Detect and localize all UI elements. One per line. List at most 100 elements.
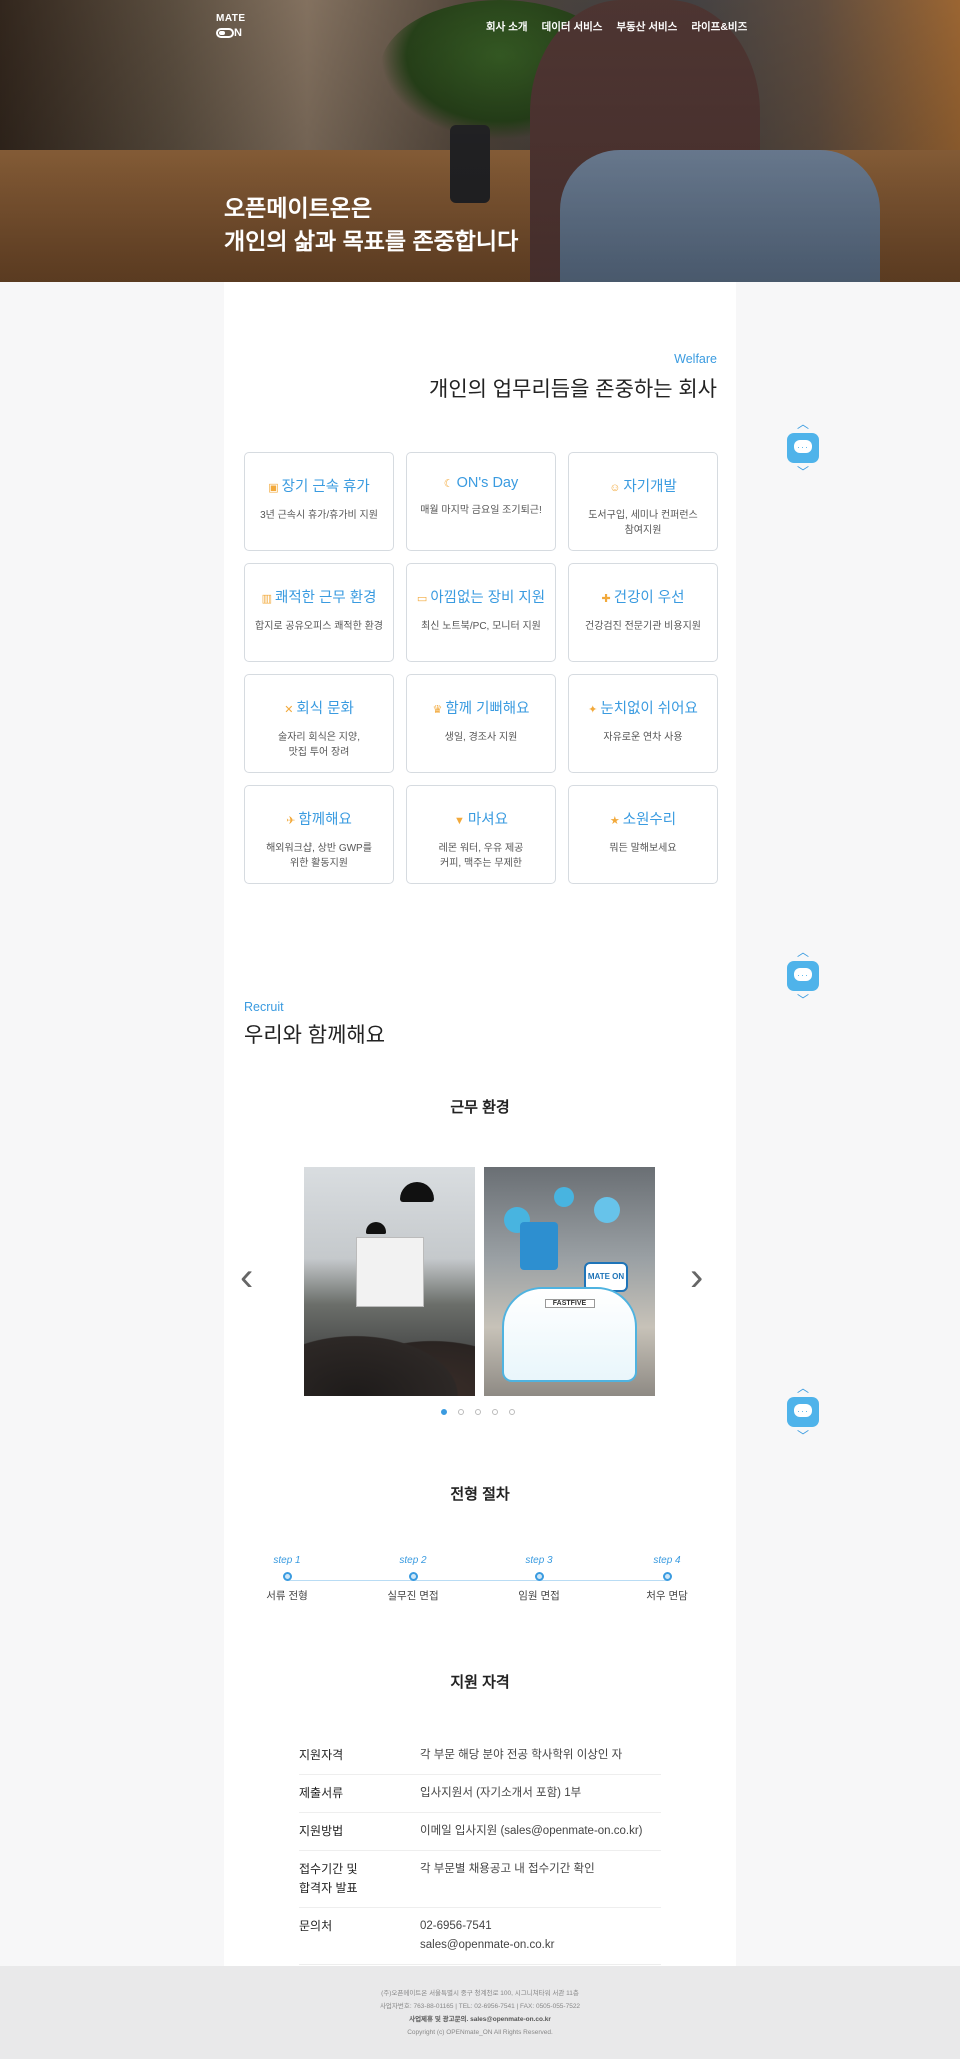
table-row-key: 지원방법 [299,1824,344,1838]
balloon-shape [594,1197,620,1223]
logo[interactable]: MATE N [216,13,256,39]
step-label: step 2 [399,1555,427,1566]
welfare-card-desc: 자유로운 연차 사용 [603,732,683,743]
laptop-icon: ▭ [416,593,428,605]
welfare-card-desc: 건강검진 전문기관 비용지원 [585,621,701,632]
welfare-card-title-text: 회식 문화 [296,701,354,717]
people-shape [304,1326,475,1396]
carousel-dot[interactable] [441,1409,447,1415]
welfare-card-title-text: 건강이 우선 [613,590,685,606]
carousel-dot[interactable] [475,1409,481,1415]
welfare-card-title: ▭ 아낌없는 장비 지원 [407,586,555,607]
welfare-card: ★ 소원수리뭐든 말해보세요 [568,785,718,884]
table-row: 문의처 02-6956-7541 sales@openmate-on.co.kr [299,1908,661,1965]
carousel-dots [441,1409,515,1415]
table-row-key: 제출서류 [299,1786,344,1800]
nav-item-company[interactable]: 회사 소개 [486,19,528,34]
welfare-card-title-text: 자기개발 [623,479,677,495]
chevron-up-icon[interactable]: ︿ [787,418,819,430]
welfare-card-desc: 매월 마지막 금요일 조기퇴근! [420,505,542,516]
qualification-table: 지원자격 각 부문 해당 분야 전공 학사학위 이상인 자제출서류 입사지원서 (자… [299,1737,661,1965]
nav-item-realestate[interactable]: 부동산 서비스 [616,19,677,34]
chat-bubble-icon[interactable]: ··· [787,433,819,463]
welfare-card-title: ▥ 쾌적한 근무 환경 [245,586,393,607]
process-step: step 2 실무진 면접 [373,1555,453,1603]
chevron-down-icon[interactable]: ﹀ [787,994,819,1006]
step-dot [534,1572,544,1581]
hero-banner: MATE N 회사 소개 데이터 서비스 부동산 서비스 라이프&비즈 오픈메이… [0,0,960,282]
welfare-card-title: ▣ 장기 근속 휴가 [245,475,393,496]
welfare-card-desc: 최신 노트북/PC, 모니터 지원 [421,621,541,632]
lamp-shape [400,1182,434,1202]
chat-bubble-icon[interactable]: ··· [787,961,819,991]
carousel-next-button[interactable]: › [690,1257,712,1297]
footer-business-info: 사업자번호: 763-88-01165 | TEL: 02-6956-7541 … [379,2003,581,2010]
welfare-card: ▭ 아낌없는 장비 지원최신 노트북/PC, 모니터 지원 [406,563,556,662]
carousel-prev-button[interactable]: ‹ [240,1257,262,1297]
chat-bubble-icon[interactable]: ··· [787,1397,819,1427]
star-icon: ★ [609,815,620,827]
chevron-down-icon[interactable]: ﹀ [787,466,819,478]
step-name: 서류 전형 [266,1590,308,1602]
chat-widget[interactable]: ︿ ··· ﹀ [787,418,819,478]
step-dot [408,1572,418,1581]
smile-icon: ☺ [609,482,621,494]
logo-bottom-text: N [234,26,242,39]
carousel-dot[interactable] [458,1409,464,1415]
cake-banner: FASTFIVE [544,1299,595,1308]
lamp-shape [366,1222,386,1234]
welfare-card-title: ▼ 마셔요 [407,808,555,829]
whiteboard-shape [356,1237,424,1307]
footer-address: (주)오픈메이트온 서울특별시 중구 청계천로 100, 시그니쳐타워 서관 1… [381,1990,579,1997]
hero-title-line2: 개인의 삶과 목표를 존중합니다 [224,228,519,254]
welfare-card-title: ★ 소원수리 [569,808,717,829]
table-row-key: 지원자격 [299,1748,344,1762]
chat-widget[interactable]: ︿ ··· ﹀ [787,946,819,1006]
chevron-up-icon[interactable]: ︿ [787,1382,819,1394]
welfare-card: ☺ 자기개발 도서구입, 세미나 컨퍼런스 참여지원 [568,452,718,551]
step-name: 임원 면접 [518,1590,560,1602]
welfare-card-title: ✚ 건강이 우선 [569,586,717,607]
welfare-card-desc: 3년 근속시 휴가/휴가비 지원 [260,510,378,521]
logo-top-text: MATE [216,13,246,24]
welfare-card-desc: 술자리 회식은 지양, 맛집 투어 장려 [278,732,360,758]
step-label: step 1 [273,1555,301,1566]
nav-item-data[interactable]: 데이터 서비스 [542,19,603,34]
table-row: 접수기간 및 합격자 발표 각 부문별 채용공고 내 접수기간 확인 [299,1851,661,1908]
calendar-icon: ▣ [268,482,279,494]
recruit-label: Recruit [244,1000,284,1014]
welfare-card: ✈ 함께해요해외워크샵, 상반 GWP를 위한 활동지원 [244,785,394,884]
welfare-card-title: ☺ 자기개발 [569,475,717,496]
table-row-value: 입사지원서 (자기소개서 포함) 1부 [420,1787,582,1799]
step-label: step 4 [653,1555,681,1566]
footer-contact[interactable]: 사업제휴 및 광고문의. sales@openmate-on.co.kr [0,2013,960,2026]
process-step: step 1 서류 전형 [247,1555,327,1603]
step-dot [282,1572,292,1581]
qualification-title: 지원 자격 [450,1674,510,1691]
table-row-value: 각 부문별 채용공고 내 접수기간 확인 [420,1863,595,1875]
cake-icon: ♛ [432,704,443,716]
table-row-value: 각 부문 해당 분야 전공 학사학위 이상인 자 [420,1749,623,1761]
carousel-dot[interactable] [509,1409,515,1415]
welfare-card-title: ♛ 함께 기뻐해요 [407,697,555,718]
welfare-card-desc: 생일, 경조사 지원 [444,732,518,743]
welfare-card: ▣ 장기 근속 휴가 3년 근속시 휴가/휴가비 지원 [244,452,394,551]
running-icon: ✦ [588,704,598,716]
hero-title-line1: 오픈메이트온은 [224,195,373,221]
welfare-card-desc: 뭐든 말해보세요 [609,843,677,854]
welfare-card-title: ✈ 함께해요 [245,808,393,829]
chevron-up-icon[interactable]: ︿ [787,946,819,958]
step-label: step 3 [525,1555,553,1566]
welfare-card-title-text: 마셔요 [467,812,508,828]
process-title: 전형 절차 [450,1486,510,1503]
chevron-down-icon[interactable]: ﹀ [787,1430,819,1442]
recruit-title: 우리와 함께해요 [244,1024,386,1047]
airplane-icon: ✈ [286,815,296,827]
welfare-card-desc: 해외워크샵, 상반 GWP를 위한 활동지원 [266,843,372,869]
hero-title: 오픈메이트온은 개인의 삶과 목표를 존중합니다 [224,192,518,258]
carousel-dot[interactable] [492,1409,498,1415]
chat-widget[interactable]: ︿ ··· ﹀ [787,1382,819,1442]
welfare-card-title: ☾ ON's Day [407,475,555,491]
process-step: step 4 처우 면담 [627,1555,707,1603]
nav-item-life[interactable]: 라이프&비즈 [691,19,747,34]
